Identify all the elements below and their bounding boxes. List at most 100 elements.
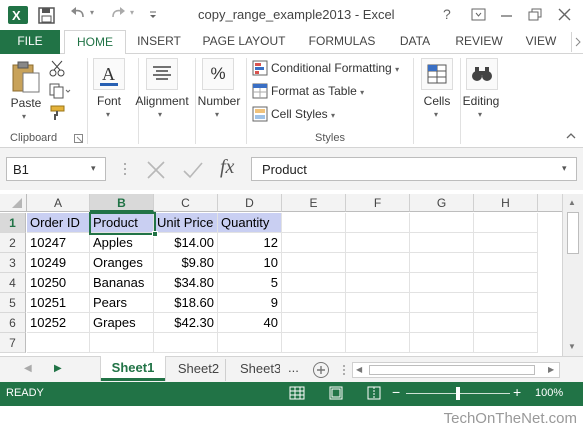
cell-d4[interactable]: 5	[218, 273, 282, 293]
collapse-ribbon-icon[interactable]	[565, 130, 577, 142]
number-dropdown-icon[interactable]: ▾	[215, 110, 219, 119]
cells-icon[interactable]	[421, 58, 453, 90]
sheet-tab-sheet1[interactable]: Sheet1	[101, 356, 165, 381]
expand-formula-bar-icon[interactable]: ▾	[562, 163, 567, 174]
paste-button[interactable]: Paste	[8, 96, 44, 110]
row-header-2[interactable]: 2	[0, 233, 26, 253]
cell-a7[interactable]	[27, 333, 90, 353]
cell-d7[interactable]	[218, 333, 282, 353]
save-icon[interactable]	[36, 5, 58, 25]
paste-dropdown-icon[interactable]: ▾	[22, 112, 26, 121]
page-break-preview-icon[interactable]	[366, 385, 382, 401]
insert-function-icon[interactable]: fx	[220, 156, 234, 179]
tab-review[interactable]: REVIEW	[450, 30, 508, 54]
cell-a5[interactable]: 10251	[27, 293, 90, 313]
cell-e7[interactable]	[282, 333, 346, 353]
scroll-left-icon[interactable]: ◀	[356, 365, 362, 374]
alignment-dropdown-icon[interactable]: ▾	[158, 110, 162, 119]
row-header-7[interactable]: 7	[0, 333, 26, 353]
normal-view-icon[interactable]	[289, 385, 305, 401]
cell-b4[interactable]: Bananas	[90, 273, 154, 293]
tab-home[interactable]: HOME	[64, 30, 126, 55]
help-icon[interactable]: ?	[443, 6, 451, 22]
scroll-up-icon[interactable]: ▲	[568, 198, 576, 207]
font-dropdown-icon[interactable]: ▾	[106, 110, 110, 119]
column-header-b[interactable]: B	[90, 194, 154, 212]
cell-c3[interactable]: $9.80	[154, 253, 218, 273]
sheet-tab-sheet2[interactable]: Sheet2	[172, 359, 226, 381]
cell-b2[interactable]: Apples	[90, 233, 154, 253]
minimize-icon[interactable]	[498, 7, 516, 23]
cell-a1[interactable]: Order ID	[27, 213, 90, 233]
editing-button[interactable]: Editing	[458, 94, 504, 108]
more-sheets-button[interactable]: ...	[288, 360, 299, 375]
cell-d6[interactable]: 40	[218, 313, 282, 333]
cell-c5[interactable]: $18.60	[154, 293, 218, 313]
row-header-6[interactable]: 6	[0, 313, 26, 333]
undo-dropdown-icon[interactable]: ▾	[90, 8, 94, 17]
cells-button[interactable]: Cells	[416, 94, 458, 108]
select-all-button[interactable]	[0, 194, 27, 212]
cell-c2[interactable]: $14.00	[154, 233, 218, 253]
cell-e3[interactable]	[282, 253, 346, 273]
cell-b7[interactable]	[90, 333, 154, 353]
cell-h2[interactable]	[474, 233, 538, 253]
tab-data[interactable]: DATA	[392, 30, 438, 54]
editing-icon[interactable]	[466, 58, 498, 90]
sheet-scroll-left-icon[interactable]: ◀	[24, 363, 32, 374]
clipboard-launcher-icon[interactable]	[74, 134, 84, 144]
cell-f5[interactable]	[346, 293, 410, 313]
fill-handle[interactable]	[152, 231, 158, 237]
cell-g6[interactable]	[410, 313, 474, 333]
tab-formulas[interactable]: FORMULAS	[302, 30, 382, 54]
vertical-scroll-thumb[interactable]	[567, 212, 579, 254]
page-layout-view-icon[interactable]	[328, 385, 344, 401]
name-box[interactable]: B1 ▾	[6, 157, 106, 181]
format-as-table-button[interactable]: Format as Table ▾	[271, 84, 364, 98]
number-button[interactable]: Number	[194, 94, 244, 108]
cell-f3[interactable]	[346, 253, 410, 273]
cell-g5[interactable]	[410, 293, 474, 313]
conditional-formatting-button[interactable]: Conditional Formatting ▾	[271, 61, 399, 75]
column-header-partial[interactable]	[538, 194, 562, 212]
column-header-g[interactable]: G	[410, 194, 474, 212]
format-painter-icon[interactable]	[48, 104, 68, 122]
cell-h4[interactable]	[474, 273, 538, 293]
cell-e5[interactable]	[282, 293, 346, 313]
cell-f6[interactable]	[346, 313, 410, 333]
cell-f1[interactable]	[346, 213, 410, 233]
redo-icon[interactable]	[108, 5, 128, 25]
cell-h1[interactable]	[474, 213, 538, 233]
cell-b5[interactable]: Pears	[90, 293, 154, 313]
cell-h3[interactable]	[474, 253, 538, 273]
cell-c1[interactable]: Unit Price	[154, 213, 218, 233]
cell-a2[interactable]: 10247	[27, 233, 90, 253]
number-format-icon[interactable]: %	[202, 58, 234, 90]
ribbon-display-options-icon[interactable]	[470, 7, 488, 23]
cell-styles-button[interactable]: Cell Styles ▾	[271, 107, 335, 121]
confirm-entry-icon[interactable]	[180, 159, 206, 181]
row-header-1[interactable]: 1	[0, 213, 26, 233]
cell-e2[interactable]	[282, 233, 346, 253]
formula-input[interactable]: Product ▾	[251, 157, 577, 181]
row-header-5[interactable]: 5	[0, 293, 26, 313]
name-box-dropdown-icon[interactable]: ▾	[91, 163, 96, 174]
cell-c4[interactable]: $34.80	[154, 273, 218, 293]
column-header-f[interactable]: F	[346, 194, 410, 212]
cell-e4[interactable]	[282, 273, 346, 293]
new-sheet-icon[interactable]	[312, 361, 330, 379]
tab-file[interactable]: FILE	[0, 30, 60, 54]
cell-h5[interactable]	[474, 293, 538, 313]
sheet-scroll-right-icon[interactable]: ▶	[54, 363, 62, 374]
close-icon[interactable]	[556, 7, 574, 23]
zoom-in-button[interactable]: +	[513, 384, 521, 400]
column-header-c[interactable]: C	[154, 194, 218, 212]
customize-toolbar-icon[interactable]	[148, 6, 158, 22]
cut-icon[interactable]	[48, 60, 68, 78]
row-header-3[interactable]: 3	[0, 253, 26, 273]
zoom-out-button[interactable]: −	[392, 384, 400, 400]
zoom-slider[interactable]	[406, 387, 510, 400]
cell-g2[interactable]	[410, 233, 474, 253]
scroll-down-icon[interactable]: ▼	[568, 342, 576, 351]
tab-view[interactable]: VIEW	[518, 30, 564, 54]
